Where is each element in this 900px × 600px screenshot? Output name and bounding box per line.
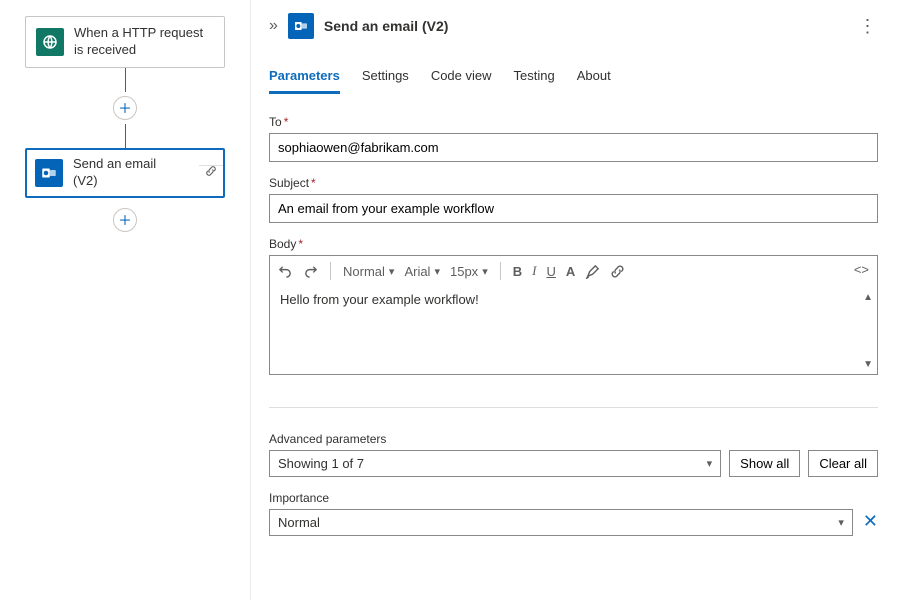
insert-link-button[interactable] <box>610 264 625 279</box>
importance-select[interactable]: Normal ▾ <box>269 509 853 536</box>
chevron-down-icon: ▾ <box>707 457 713 470</box>
to-label: To <box>269 115 282 129</box>
body-editor: Normal ▾ Arial ▾ 15px ▾ B I U A <> Hello… <box>269 255 878 375</box>
action-config-panel: » Send an email (V2) ⋮ Parameters Settin… <box>250 0 900 600</box>
importance-value: Normal <box>278 515 320 530</box>
remove-parameter-button[interactable]: ✕ <box>863 511 878 536</box>
subject-label: Subject <box>269 176 309 190</box>
divider <box>269 407 878 408</box>
field-to: To* <box>269 115 878 162</box>
chevron-down-icon: ▾ <box>838 516 844 529</box>
font-family-select[interactable]: Arial ▾ <box>404 264 440 279</box>
advanced-parameters-label: Advanced parameters <box>269 432 721 446</box>
chevron-down-icon: ▾ <box>434 265 440 278</box>
underline-button[interactable]: U <box>546 264 555 279</box>
advanced-parameters-row: Advanced parameters Showing 1 of 7 ▾ Sho… <box>269 432 878 477</box>
bold-button[interactable]: B <box>513 264 522 279</box>
outlook-icon <box>288 13 314 39</box>
add-step-button-1[interactable] <box>113 96 137 120</box>
tab-settings[interactable]: Settings <box>362 62 409 94</box>
link-icon <box>205 165 217 182</box>
body-textarea[interactable]: Hello from your example workflow! <box>270 286 877 374</box>
chevron-down-icon: ▾ <box>389 265 395 278</box>
undo-button[interactable] <box>278 264 293 279</box>
tab-about[interactable]: About <box>577 62 611 94</box>
scroll-down-icon[interactable]: ▼ <box>863 359 873 370</box>
italic-button[interactable]: I <box>532 263 536 279</box>
connector-line <box>125 124 126 148</box>
font-color-button[interactable]: A <box>566 264 575 279</box>
more-menu-button[interactable]: ⋮ <box>854 12 882 40</box>
field-subject: Subject* <box>269 176 878 223</box>
to-input[interactable] <box>269 133 878 162</box>
node-send-email[interactable]: Send an email (V2) <box>25 148 225 198</box>
importance-row: Importance Normal ▾ ✕ <box>269 491 878 536</box>
node-http-label: When a HTTP request is received <box>74 25 214 59</box>
scroll-up-icon[interactable]: ▲ <box>863 292 873 303</box>
advanced-parameters-select[interactable]: Showing 1 of 7 ▾ <box>269 450 721 477</box>
tab-testing[interactable]: Testing <box>514 62 555 94</box>
add-step-button-2[interactable] <box>113 208 137 232</box>
advanced-parameters-value: Showing 1 of 7 <box>278 456 364 471</box>
tab-parameters[interactable]: Parameters <box>269 62 340 94</box>
importance-label: Importance <box>269 491 853 505</box>
toggle-code-view-button[interactable]: <> <box>854 262 869 277</box>
clear-all-button[interactable]: Clear all <box>808 450 878 477</box>
designer-canvas: When a HTTP request is received Send an … <box>0 0 250 600</box>
panel-tabs: Parameters Settings Code view Testing Ab… <box>269 62 882 95</box>
rte-toolbar: Normal ▾ Arial ▾ 15px ▾ B I U A <box>270 256 877 286</box>
connector-line <box>125 68 126 92</box>
outlook-icon <box>35 159 63 187</box>
tab-code-view[interactable]: Code view <box>431 62 492 94</box>
panel-header: » Send an email (V2) ⋮ <box>269 12 882 40</box>
panel-title: Send an email (V2) <box>324 18 448 34</box>
text-style-select[interactable]: Normal ▾ <box>343 264 394 279</box>
required-indicator: * <box>284 115 289 129</box>
http-icon <box>36 28 64 56</box>
node-http-trigger[interactable]: When a HTTP request is received <box>25 16 225 68</box>
node-email-label: Send an email (V2) <box>73 156 181 190</box>
required-indicator: * <box>298 237 303 251</box>
subject-input[interactable] <box>269 194 878 223</box>
chevron-down-icon: ▾ <box>482 265 488 278</box>
body-label: Body <box>269 237 296 251</box>
field-body: Body* Normal ▾ Arial ▾ 15px ▾ B I U A <box>269 237 878 375</box>
collapse-icon[interactable]: » <box>269 18 278 34</box>
redo-button[interactable] <box>303 264 318 279</box>
font-size-select[interactable]: 15px ▾ <box>450 264 488 279</box>
highlight-button[interactable] <box>585 264 600 279</box>
parameters-form: To* Subject* Body* Normal ▾ Arial ▾ 15px… <box>269 115 882 556</box>
required-indicator: * <box>311 176 316 190</box>
show-all-button[interactable]: Show all <box>729 450 800 477</box>
